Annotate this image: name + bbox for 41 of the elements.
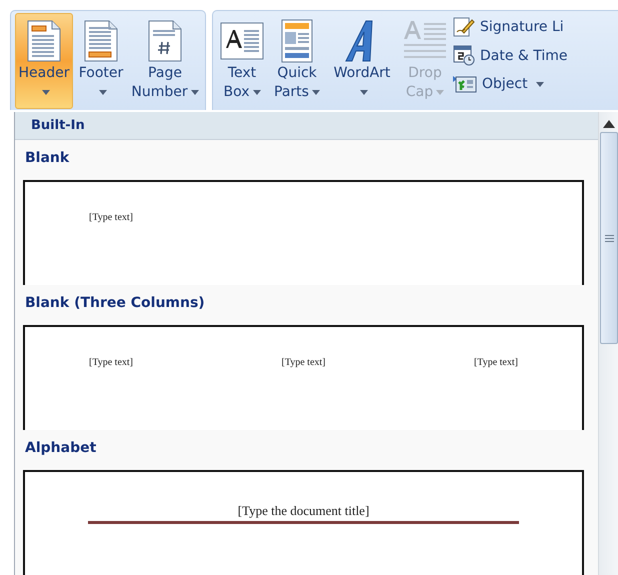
ribbon-button[interactable]: Date & Time (453, 43, 568, 68)
caret-icon (98, 90, 106, 95)
footer-page-icon (84, 20, 118, 62)
caret-icon (360, 90, 368, 95)
dropdown-button[interactable]: Header (15, 13, 73, 109)
scrollbar[interactable] (598, 112, 618, 575)
header-preview[interactable]: [Type text] [Type text] [Type text] (23, 325, 584, 430)
gallery-item-title: Alphabet (24, 439, 98, 458)
caret-icon (436, 90, 444, 95)
dropdown-button[interactable]: Footer (75, 13, 127, 109)
signature-pen-icon (453, 17, 475, 37)
caret-icon (312, 90, 320, 95)
placeholder-text: [Type text] (474, 357, 518, 368)
page-number-icon (148, 20, 182, 62)
placeholder-text: [Type text] (89, 357, 134, 368)
gallery-item-title: Blank (Three Columns) (24, 294, 206, 313)
category-heading: Built-In (15, 112, 598, 140)
caret-icon (252, 90, 261, 95)
calendar-clock-icon (453, 45, 475, 66)
header-page-icon (27, 20, 61, 62)
scroll-up-icon[interactable] (603, 120, 615, 128)
text-box-icon (220, 22, 264, 60)
gallery-item-title: Blank (24, 149, 70, 168)
dropdown-button[interactable]: Page Number (129, 13, 201, 109)
ribbon-button[interactable]: Signature Li (453, 15, 568, 39)
quick-parts-icon (281, 19, 313, 63)
dropdown-button[interactable]: Text Box (217, 13, 267, 109)
caret-icon (190, 90, 199, 95)
placeholder-text: [Type text] (89, 212, 134, 223)
dropdown-button[interactable]: WordArt (327, 13, 397, 109)
dropdown-button[interactable]: Object (453, 72, 568, 96)
object-icon (453, 74, 477, 94)
scroll-thumb[interactable] (600, 132, 618, 344)
caret-icon (536, 82, 544, 86)
dropdown-button[interactable]: Quick Parts (269, 13, 325, 109)
header-preview[interactable]: [Type text] (23, 180, 584, 285)
grip-icon (604, 234, 614, 242)
placeholder-text: [Type text] (281, 357, 326, 368)
placeholder-text: [Type the document title] (238, 503, 370, 519)
caret-icon (42, 90, 50, 95)
header-preview[interactable]: [Type the document title] (23, 470, 584, 575)
